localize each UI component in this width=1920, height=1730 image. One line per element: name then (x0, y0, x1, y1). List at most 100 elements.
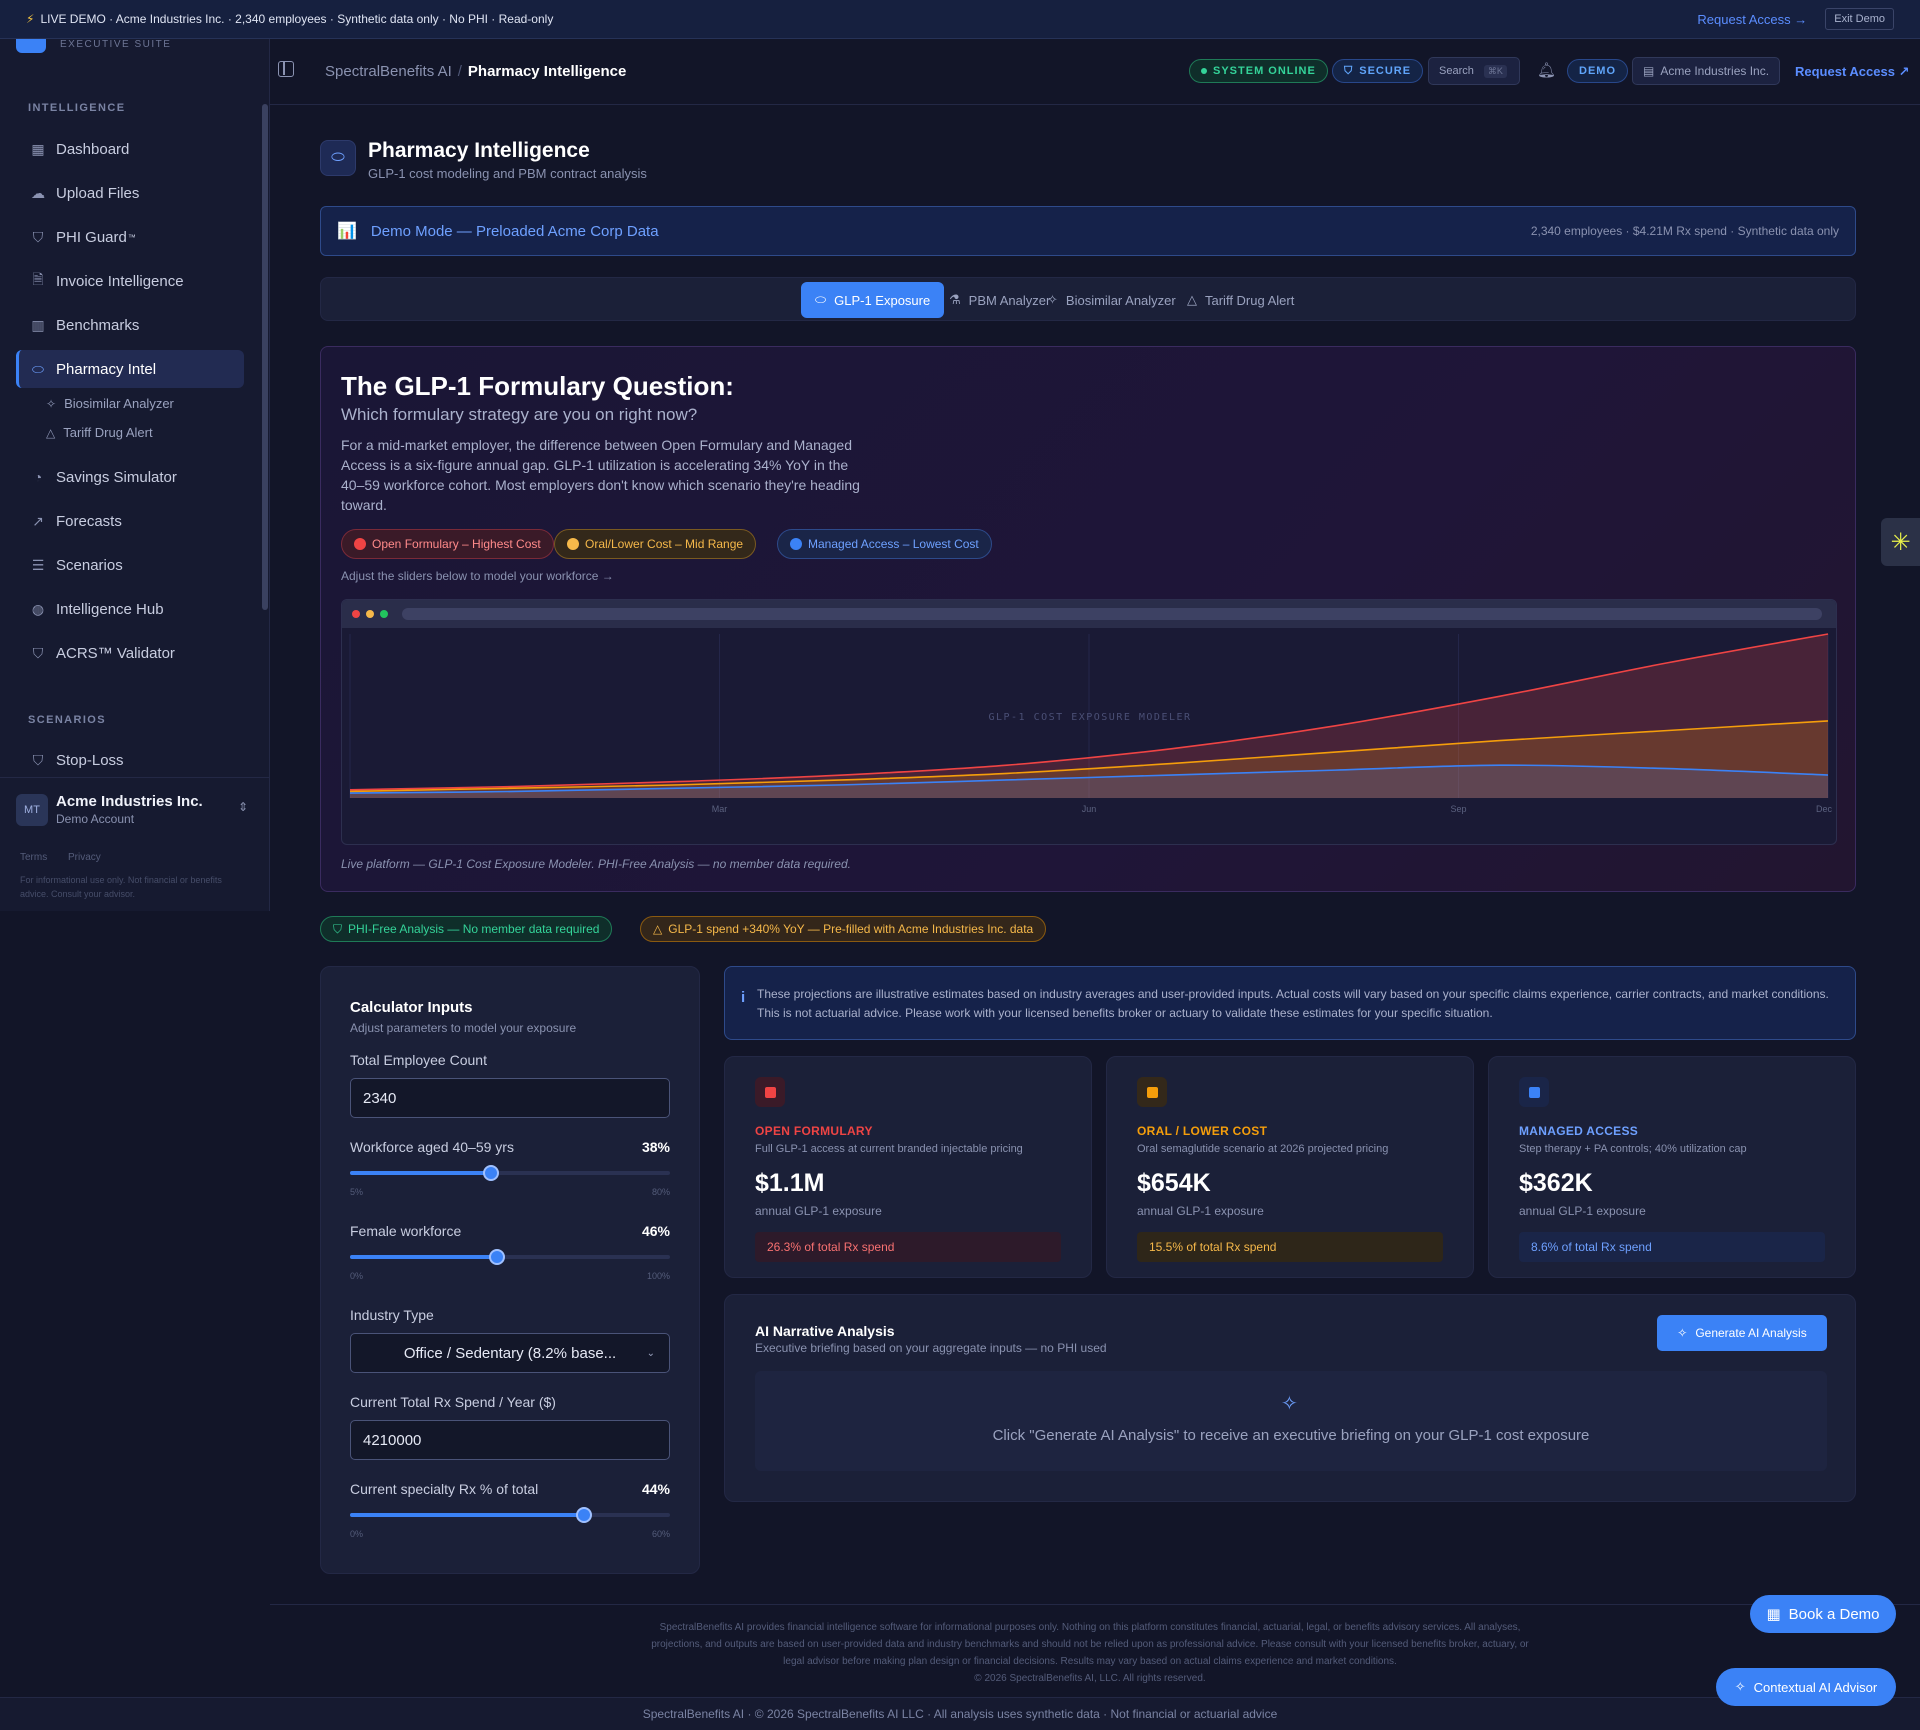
org-selector[interactable]: ▤ Acme Industries Inc. (1632, 57, 1781, 85)
legal-footer: SpectralBenefits AI provides financial i… (270, 1604, 1920, 1696)
bell-icon[interactable]: 🔔︎ (1537, 61, 1556, 79)
female-slider-value: 46% (641, 1223, 670, 1239)
breadcrumb-root[interactable]: SpectralBenefits AI (325, 63, 452, 80)
sidebar-item-benchmarks[interactable]: ▥ Benchmarks (16, 306, 244, 344)
sidebar-item-acrs-validator[interactable]: ⛉ ACRS™ Validator (16, 634, 244, 672)
tab-biosimilar-analyzer[interactable]: ✧ Biosimilar Analyzer (1033, 282, 1190, 318)
sidebar-item-stop-loss[interactable]: ⛉ Stop-Loss (16, 741, 244, 779)
industry-type-label: Industry Type (350, 1307, 434, 1323)
age-slider[interactable] (350, 1165, 670, 1181)
sidebar-item-pharmacy-intel[interactable]: ⬭ Pharmacy Intel (16, 350, 244, 388)
sidebar-item-phi-guard[interactable]: ⛉ PHI Guard ™ (16, 218, 244, 256)
chart-x-tick-label: Jun (1082, 804, 1097, 814)
search-button[interactable]: Search ⌘K (1428, 57, 1520, 85)
building-icon: ▤ (1643, 64, 1655, 78)
system-online-badge: SYSTEM ONLINE (1189, 59, 1328, 83)
secure-badge: ⛉ SECURE (1332, 59, 1424, 83)
status-dot-icon (1201, 68, 1207, 74)
chart-x-tick-label: Sep (1450, 804, 1466, 814)
hero-body: For a mid-market employer, the differenc… (341, 437, 860, 513)
external-link-icon: ↗ (1898, 64, 1910, 79)
warning-icon: △ (1187, 292, 1197, 307)
female-slider-label: Female workforce (350, 1223, 462, 1239)
employee-count-input[interactable]: 2340 (350, 1078, 670, 1118)
specialty-slider-value: 44% (641, 1481, 670, 1497)
ai-output-area: ✧ Click "Generate AI Analysis" to receiv… (755, 1371, 1827, 1471)
window-address-bar (402, 608, 1822, 620)
banner-request-access-link[interactable]: Request Access → (1697, 12, 1807, 27)
section-scenarios: SCENARIOS (28, 714, 106, 726)
sidebar-item-intelligence-hub[interactable]: ◍ Intelligence Hub (16, 590, 244, 628)
sidebar-subitem-biosimilar-analyzer[interactable]: ✧ Biosimilar Analyzer (46, 396, 174, 411)
sidebar-item-dashboard[interactable]: ▦ Dashboard (16, 130, 244, 168)
sparkle-icon: ✧ (1677, 1326, 1688, 1340)
sidebar-subitem-tariff-drug-alert[interactable]: △ Tariff Drug Alert (46, 425, 153, 440)
window-dot-yellow (366, 610, 374, 618)
sparkle-icon: ✧ (1047, 292, 1058, 307)
generate-ai-analysis-button[interactable]: ✧ Generate AI Analysis (1657, 1315, 1827, 1351)
window-dot-red (352, 610, 360, 618)
shield-check-icon: ⛉ (333, 921, 343, 936)
account-switcher[interactable]: MT Acme Industries Inc. Demo Account ⇕ (0, 777, 270, 849)
ai-placeholder: Click "Generate AI Analysis" to receive … (992, 1427, 1590, 1444)
sidebar-item-scenarios[interactable]: ☰ Scenarios (16, 546, 244, 584)
chevron-updown-icon: ⇕ (238, 800, 249, 814)
sidebar-item-forecasts[interactable]: ↗ Forecasts (16, 502, 244, 540)
warning-icon: △ (653, 922, 663, 936)
pill-icon: ⬭ (32, 360, 44, 377)
chart-caption: Live platform — GLP-1 Cost Exposure Mode… (341, 857, 851, 871)
demo-badge: DEMO (1567, 59, 1628, 83)
shield-icon: ⛉ (32, 228, 44, 245)
chip-managed-access[interactable]: Managed Access – Lowest Cost (777, 529, 992, 559)
avatar: MT (16, 794, 48, 826)
book-demo-button[interactable]: ▦ Book a Demo (1750, 1595, 1896, 1633)
slider-knob[interactable] (575, 1507, 592, 1523)
privacy-link[interactable]: Privacy (68, 852, 101, 863)
specialty-slider-range: 0% 60% (350, 1529, 670, 1539)
hero-title: The GLP-1 Formulary Question: (341, 371, 734, 401)
sparkle-icon: ✧ (1281, 1393, 1298, 1415)
section-intelligence: INTELLIGENCE (28, 102, 126, 114)
yellow-dot-icon (567, 538, 579, 550)
glp1-spend-badge: △ GLP-1 spend +340% YoY — Pre-filled with… (640, 916, 1047, 942)
female-slider[interactable] (350, 1249, 670, 1265)
contextual-ai-advisor-button[interactable]: ✧ Contextual AI Advisor (1716, 1668, 1896, 1706)
tab-glp1-exposure[interactable]: ⬭ GLP-1 Exposure (801, 282, 945, 318)
bar-chart-icon: ▥ (31, 316, 45, 333)
terms-link[interactable]: Terms (20, 852, 47, 863)
window-titlebar (342, 600, 1836, 628)
tab-tariff-drug-alert[interactable]: △ Tariff Drug Alert (1173, 282, 1308, 318)
chevron-down-icon: ⌄ (646, 1347, 655, 1359)
calc-title: Calculator Inputs (350, 999, 473, 1016)
specialty-slider[interactable] (350, 1507, 670, 1523)
chip-open-formulary[interactable]: Open Formulary – Highest Cost (341, 529, 554, 559)
slider-knob[interactable] (489, 1249, 506, 1265)
industry-type-select[interactable]: Office / Sedentary (8.2% base... ⌄ (350, 1333, 670, 1373)
projection-disclaimer: i These projections are illustrative est… (724, 966, 1856, 1040)
toggle-sidebar-icon[interactable] (278, 61, 294, 77)
chip-oral-lower-cost[interactable]: Oral/Lower Cost – Mid Range (554, 529, 757, 559)
sidebar-scrollbar[interactable] (262, 104, 268, 610)
sidebar-item-invoice-intelligence[interactable]: 🗎 Invoice Intelligence (16, 262, 244, 300)
piggy-bank-icon: ◔ (33, 469, 43, 485)
employee-count-label: Total Employee Count (350, 1052, 487, 1068)
oral-lower-cost-icon (1137, 1077, 1167, 1107)
logo-subtitle: EXECUTIVE SUITE (60, 39, 172, 50)
logo[interactable] (16, 39, 46, 53)
slider-knob[interactable] (482, 1165, 499, 1181)
asterisk-widget-icon[interactable]: ✳ (1881, 518, 1920, 566)
rx-spend-input[interactable]: 4210000 (350, 1420, 670, 1460)
glp1-hero-card: The GLP-1 Formulary Question: Which form… (320, 346, 1856, 892)
ai-narrative-card: AI Narrative Analysis Executive briefing… (724, 1294, 1856, 1502)
shield-check-icon: ⛉ (32, 644, 44, 661)
sidebar-item-savings-simulator[interactable]: ◔ Savings Simulator (16, 458, 244, 496)
managed-access-share: 8.6% of total Rx spend (1519, 1232, 1825, 1262)
rx-spend-label: Current Total Rx Spend / Year ($) (350, 1394, 556, 1410)
cloud-upload-icon: ☁ (31, 184, 45, 201)
pill-icon: ⬭ (815, 292, 827, 307)
sidebar-item-upload-files[interactable]: ☁ Upload Files (16, 174, 244, 212)
exit-demo-button[interactable]: Exit Demo (1825, 8, 1894, 30)
open-formulary-icon (755, 1077, 785, 1107)
header-request-access-link[interactable]: Request Access ↗ (1795, 64, 1910, 80)
calculator-inputs-panel: Calculator Inputs Adjust parameters to m… (320, 966, 700, 1574)
